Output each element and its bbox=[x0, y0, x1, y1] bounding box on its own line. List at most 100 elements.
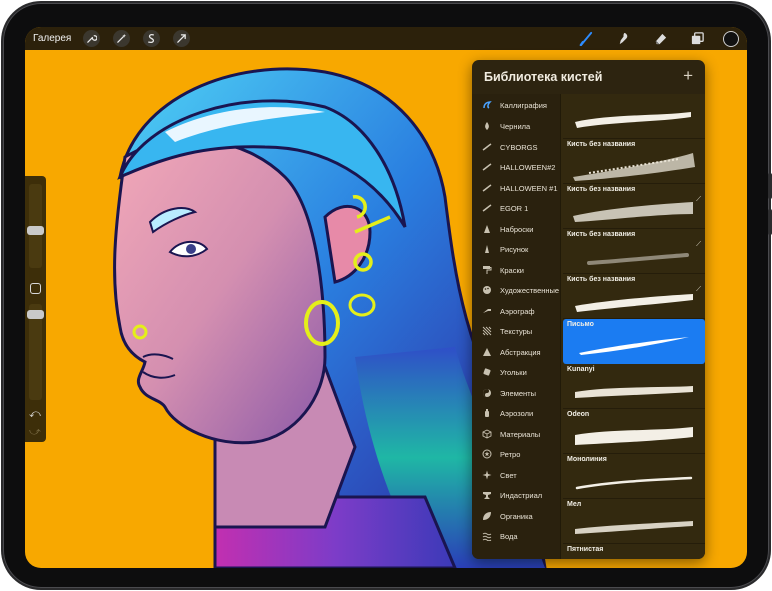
paint-roller-icon bbox=[482, 265, 492, 275]
triangle-icon bbox=[482, 347, 492, 357]
volume-up-button bbox=[768, 173, 772, 199]
category-organic[interactable]: Органика bbox=[472, 506, 560, 526]
category-airbrushing[interactable]: Аэрограф bbox=[472, 301, 560, 321]
brush-name: Кисть без названия bbox=[567, 231, 636, 238]
category-halloween-1[interactable]: HALLOWEEN #1 bbox=[472, 178, 560, 198]
leaf-icon bbox=[482, 511, 492, 521]
brush-name: Kunanyi bbox=[567, 366, 595, 373]
category-cyborgs[interactable]: CYBORGS bbox=[472, 137, 560, 157]
spray-can-icon bbox=[482, 408, 492, 418]
brush-name: Кисть без названия bbox=[567, 276, 636, 283]
brush-name: Кисть без названия bbox=[567, 141, 636, 148]
brush-item-selected[interactable]: Письмо bbox=[563, 319, 705, 364]
brush-item[interactable]: Кисть без названия bbox=[563, 139, 705, 184]
brush-item[interactable]: Кисть без названия ⟋ bbox=[563, 184, 705, 229]
palette-icon bbox=[482, 285, 492, 295]
waves-icon bbox=[482, 531, 492, 541]
category-materials[interactable]: Материалы bbox=[472, 424, 560, 444]
brush-item[interactable]: Kunanyi bbox=[563, 364, 705, 409]
brush-name: Мел bbox=[567, 501, 582, 508]
category-luminance[interactable]: Свет bbox=[472, 465, 560, 485]
category-label: HALLOWEEN#2 bbox=[500, 162, 556, 172]
brush-item[interactable]: Монолиния bbox=[563, 454, 705, 499]
add-brush-button[interactable]: + bbox=[683, 67, 693, 84]
brush-list: Кисть без названия Кисть без названия ⟋ … bbox=[560, 94, 705, 559]
brush-name: Письмо bbox=[567, 321, 594, 328]
layers-icon[interactable] bbox=[688, 30, 706, 48]
category-label: Аэрограф bbox=[500, 306, 535, 316]
brush-item[interactable] bbox=[563, 94, 705, 139]
undo-icon[interactable]: ⤺ bbox=[29, 408, 41, 421]
category-label: Ретро bbox=[500, 449, 521, 459]
pencil-tip-icon bbox=[482, 224, 492, 234]
category-vintage[interactable]: Ретро bbox=[472, 444, 560, 464]
brush-category-list: Каллиграфия Чернила CYBORGS HALLOWEEN#2 … bbox=[472, 94, 560, 559]
category-label: Органика bbox=[500, 511, 533, 521]
category-label: Художественные bbox=[500, 285, 560, 295]
brush-preview bbox=[575, 294, 693, 312]
brush-item[interactable]: Кисть без названия ⟋ bbox=[563, 229, 705, 274]
modify-button[interactable] bbox=[30, 283, 41, 294]
brush-preview bbox=[579, 337, 689, 355]
brush-size-thumb[interactable] bbox=[27, 226, 44, 235]
category-label: Рисунок bbox=[500, 244, 529, 254]
brush-library-panel: Библиотека кистей + Каллиграфия Чернила … bbox=[472, 60, 705, 559]
brush-name: Монолиния bbox=[567, 456, 607, 463]
category-label: Угольки bbox=[500, 367, 527, 377]
brush-name: Odeon bbox=[567, 411, 590, 418]
category-elements[interactable]: Элементы bbox=[472, 383, 560, 403]
category-drawing[interactable]: Рисунок bbox=[472, 239, 560, 259]
stroke-icon bbox=[482, 162, 492, 172]
category-label: CYBORGS bbox=[500, 142, 538, 152]
selection-icon[interactable] bbox=[143, 30, 161, 47]
magic-wand-icon[interactable] bbox=[113, 30, 131, 47]
brush-item[interactable]: Кисть без названия ⟋ bbox=[563, 274, 705, 319]
ink-drop-icon bbox=[482, 121, 492, 131]
stroke-icon bbox=[482, 142, 492, 152]
yin-yang-icon bbox=[482, 388, 492, 398]
category-label: Индастриал bbox=[500, 490, 543, 500]
brush-preview bbox=[587, 253, 689, 265]
category-abstract[interactable]: Абстракция bbox=[472, 342, 560, 362]
category-water[interactable]: Вода bbox=[472, 526, 560, 546]
category-calligraphy[interactable]: Каллиграфия bbox=[472, 95, 560, 115]
brush-item[interactable]: Пятнистая bbox=[563, 544, 705, 559]
wrench-icon[interactable] bbox=[83, 30, 101, 47]
brush-item[interactable]: Мел bbox=[563, 499, 705, 544]
star-badge-icon bbox=[482, 449, 492, 459]
category-egor-1[interactable]: EGOR 1 bbox=[472, 198, 560, 218]
opacity-thumb[interactable] bbox=[27, 310, 44, 319]
category-label: Материалы bbox=[500, 429, 541, 439]
transform-icon[interactable] bbox=[173, 30, 191, 47]
category-ink[interactable]: Чернила bbox=[472, 116, 560, 136]
brush-name: Пятнистая bbox=[567, 546, 604, 553]
category-painting[interactable]: Краски bbox=[472, 260, 560, 280]
category-label: Текстуры bbox=[500, 326, 533, 336]
brush-preview bbox=[575, 112, 691, 128]
category-sketching[interactable]: Наброски bbox=[472, 219, 560, 239]
category-label: Вода bbox=[500, 531, 518, 541]
category-label: Чернила bbox=[500, 121, 531, 131]
category-label: Абстракция bbox=[500, 347, 541, 357]
category-label: Элементы bbox=[500, 388, 536, 398]
brush-item[interactable]: Odeon bbox=[563, 409, 705, 454]
redo-icon[interactable]: ⤻ bbox=[29, 426, 41, 439]
smudge-icon[interactable] bbox=[614, 30, 632, 48]
volume-down-button bbox=[768, 209, 772, 235]
top-toolbar: Галерея bbox=[25, 27, 747, 50]
category-halloween-2[interactable]: HALLOWEEN#2 bbox=[472, 157, 560, 177]
category-artistic[interactable]: Художественные bbox=[472, 280, 560, 300]
color-picker-button[interactable] bbox=[723, 30, 739, 47]
category-charcoals[interactable]: Угольки bbox=[472, 362, 560, 382]
brush-icon[interactable] bbox=[577, 30, 595, 48]
category-label: Аэрозоли bbox=[500, 408, 534, 418]
category-spraypaints[interactable]: Аэрозоли bbox=[472, 403, 560, 423]
eraser-icon[interactable] bbox=[651, 30, 669, 48]
gallery-button[interactable]: Галерея bbox=[33, 33, 71, 44]
brush-preview bbox=[569, 556, 697, 559]
brush-preview bbox=[575, 427, 693, 445]
airbrush-icon bbox=[482, 306, 492, 316]
brush-library-header: Библиотека кистей + bbox=[472, 60, 705, 94]
category-textures[interactable]: Текстуры bbox=[472, 321, 560, 341]
category-industrial[interactable]: Индастриал bbox=[472, 485, 560, 505]
